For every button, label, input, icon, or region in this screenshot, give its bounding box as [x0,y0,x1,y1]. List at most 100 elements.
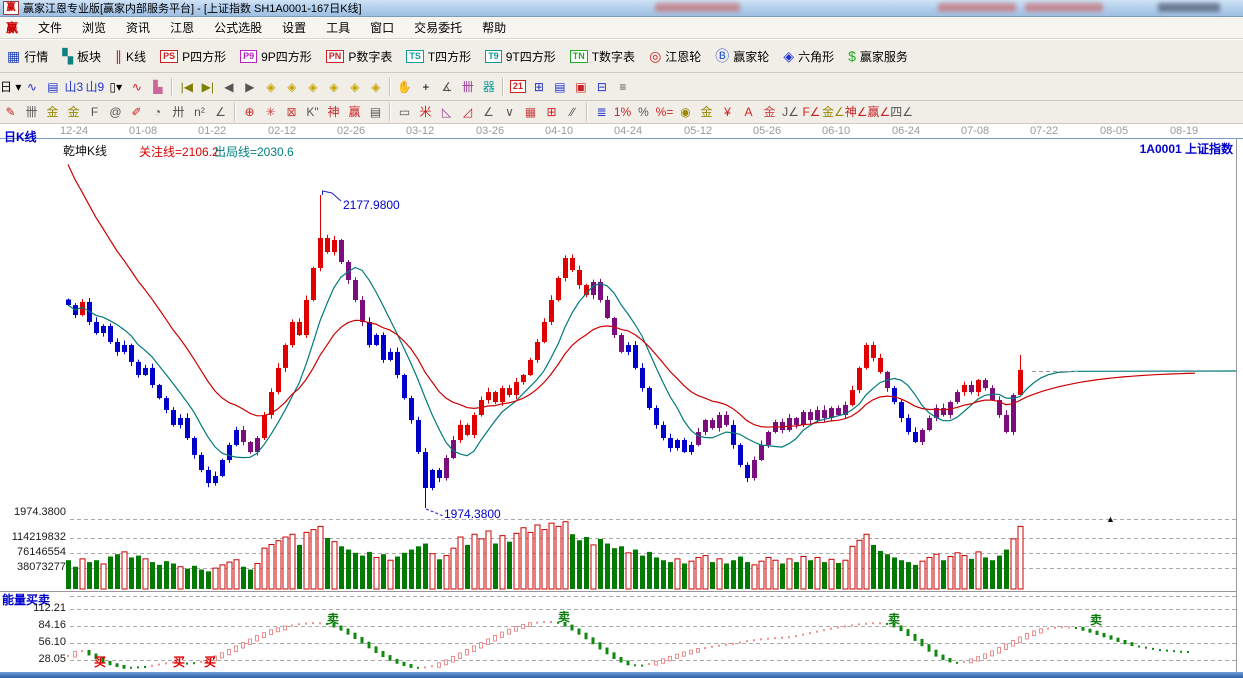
tool-gold-grid-1-icon[interactable]: 金 [42,103,63,122]
tool-shen-angle-icon[interactable]: 神∠ [845,103,868,122]
menu-item-8[interactable]: 交易委托 [404,19,472,37]
tool-j-angle-icon[interactable]: J∠ [780,103,801,122]
tool-fan-box-purple-icon[interactable]: ◺ [436,103,457,122]
scroll-up-arrow-icon[interactable]: ▲ [1106,514,1115,524]
tool-gann-box-icon[interactable]: ⊠ [281,103,302,122]
toolbar-button-9t-square[interactable]: T9 9T四方形 [478,43,563,69]
toolbar-button-sectors[interactable]: ▚ 板块 [55,43,108,69]
menu-item-7[interactable]: 窗口 [360,19,404,37]
tool-draw-brush-icon[interactable]: ✎ [0,103,21,122]
tool-volume-profile-icon[interactable]: ▙ [147,77,168,96]
menu-item-5[interactable]: 设置 [272,19,316,37]
tool-small-grid-icon[interactable]: 卅 [168,103,189,122]
tool-notebook-icon[interactable]: ▤ [549,77,570,96]
chart-area[interactable]: 日K线 乾坤K线 关注线=2106.2 出局线=2030.6 1A0001 上证… [0,130,1243,672]
tool-next-page-icon[interactable]: ▶ [239,77,260,96]
toolbar-button-hexagon[interactable]: ◈ 六角形 [776,43,841,69]
tool-measure-pen-icon[interactable]: ✐ [126,103,147,122]
tool-info-document-icon[interactable]: ▤ [42,77,63,96]
tool-angle-ruler-icon[interactable]: ∠ [210,103,231,122]
tool-gold-circle-icon[interactable]: ◉ [675,103,696,122]
gridlines-layer [0,138,1243,672]
pane-tab-daily-kline[interactable]: 日K线 [4,128,37,145]
tool-calculator-icon[interactable]: ⊞ [528,77,549,96]
tool-percent-icon[interactable]: % [633,103,654,122]
tool-diamond-4way-icon[interactable]: ◈ [365,77,386,96]
tool-gold-angle-icon[interactable]: 金∠ [822,103,845,122]
tool-dense-grid-icon[interactable]: ▦ [520,103,541,122]
tool-si-angle-icon[interactable]: 四∠ [890,103,913,122]
tool-ying-angle-icon[interactable]: 赢∠ [868,103,891,122]
main-chart-svg[interactable] [0,138,1243,672]
tool-percent-angle-icon[interactable]: 1% [612,103,633,122]
tool-price-grid-icon[interactable]: 卌 [21,103,42,122]
menu-item-1[interactable]: 浏览 [72,19,116,37]
tool-ying-grid-icon[interactable]: 赢 [344,103,365,122]
tool-zigzag-dashed-icon[interactable]: ∨ [499,103,520,122]
tool-print-setup-icon[interactable]: ≡ [612,77,633,96]
tool-select-box-icon[interactable]: ▭ [394,103,415,122]
tool-money-mark-icon[interactable]: ¥ [717,103,738,122]
menu-bar: 赢 文件 浏览 资讯 江恩 公式选股 设置 工具 窗口 交易委托 帮助 [0,17,1243,39]
toolbar-button-p-square[interactable]: PS P四方形 [153,43,233,69]
tool-bars-3-icon[interactable]: 山3 [63,77,84,96]
tool-first-page-icon[interactable]: |◀ [176,77,197,96]
tool-percent-lines-icon[interactable]: %= [654,103,675,122]
toolbar-button-9p-square[interactable]: P9 9P四方形 [233,43,319,69]
tool-n-square-icon[interactable]: n² [189,103,210,122]
tool-pattern-search-icon[interactable]: 器 [478,77,499,96]
tool-diamond-left-icon[interactable]: ◈ [260,77,281,96]
tool-candle-style-dropdown-icon[interactable]: ▯▾ [105,77,126,96]
toolbar-button-kline[interactable]: ∥ K线 [108,43,153,69]
tool-shen-grid-icon[interactable]: 神 [323,103,344,122]
tool-diamond-full-icon[interactable]: ◈ [344,77,365,96]
menu-item-3[interactable]: 江恩 [160,19,204,37]
menu-item-9[interactable]: 帮助 [472,19,516,37]
toolbar-button-t-number-table[interactable]: TN T数字表 [563,43,642,69]
tool-gold-grid-2-icon[interactable]: 金 [63,103,84,122]
tool-bars-9-icon[interactable]: 山9 [84,77,105,96]
tool-slant-lines-icon[interactable]: ∕∕ [562,103,583,122]
tool-last-page-icon[interactable]: ▶| [197,77,218,96]
tool-diamond-right-icon[interactable]: ◈ [281,77,302,96]
tool-scale-ruler-icon[interactable]: ≣ [591,103,612,122]
tool-data-export-icon[interactable]: ⊟ [591,77,612,96]
toolbar-button-winner-wheel[interactable]: Ⓑ 赢家轮 [708,43,776,69]
tool-wave-a-icon[interactable]: A [738,103,759,122]
tool-gann-web-icon[interactable]: ✳ [260,103,281,122]
tool-gold-box-icon[interactable]: 金 [759,103,780,122]
tool-calendar-21-icon[interactable]: 21 [507,77,528,96]
tool-spiral-icon[interactable]: @ [105,103,126,122]
tool-diamond-compress-icon[interactable]: ◈ [323,77,344,96]
menu-item-0[interactable]: 文件 [28,19,72,37]
tool-time-circle-icon[interactable]: ◔ [147,103,168,122]
toolbar-button-t-square[interactable]: TS T四方形 [399,43,478,69]
tool-trend-angle-icon[interactable]: ∠ [478,103,499,122]
tool-f-angle-icon[interactable]: F∠ [801,103,822,122]
tool-fan-box-red-icon[interactable]: ◿ [457,103,478,122]
tool-k-mark-icon[interactable]: K" [302,103,323,122]
tool-pattern-red-icon[interactable]: ∿ [126,77,147,96]
tool-gann-target-icon[interactable]: ⊕ [239,103,260,122]
tool-gold-split-icon[interactable]: 金 [696,103,717,122]
tool-grid-arrow-icon[interactable]: ⊞ [541,103,562,122]
tool-protractor-icon[interactable]: ∡ [436,77,457,96]
tool-prev-page-icon[interactable]: ◀ [218,77,239,96]
tool-trend-scribble-icon[interactable]: ∿ [21,77,42,96]
tool-ruler-123-icon[interactable]: ▤ [365,103,386,122]
tool-diamond-expand-icon[interactable]: ◈ [302,77,323,96]
menu-item-4[interactable]: 公式选股 [204,19,272,37]
tool-gann-fan-icon[interactable]: 米 [415,103,436,122]
tool-gann-tool-purple-icon[interactable]: 卌 [457,77,478,96]
tool-save-floppy-icon[interactable]: ▣ [570,77,591,96]
toolbar-button-gann-wheel[interactable]: ◎ 江恩轮 [642,43,708,69]
toolbar-button-p-number-table[interactable]: PN P数字表 [319,43,400,69]
tool-f-grid-icon[interactable]: F [84,103,105,122]
menu-item-2[interactable]: 资讯 [116,19,160,37]
tool-crosshair-icon[interactable]: + [415,77,436,96]
menu-item-6[interactable]: 工具 [316,19,360,37]
tool-pan-hand-icon[interactable]: ✋ [394,77,415,96]
toolbar-button-winner-service[interactable]: $ 赢家服务 [841,43,915,69]
toolbar-button-quotes[interactable]: ▦ 行情 [0,43,55,69]
tool-period-day-dropdown-icon[interactable]: 日 ▾ [0,77,21,96]
